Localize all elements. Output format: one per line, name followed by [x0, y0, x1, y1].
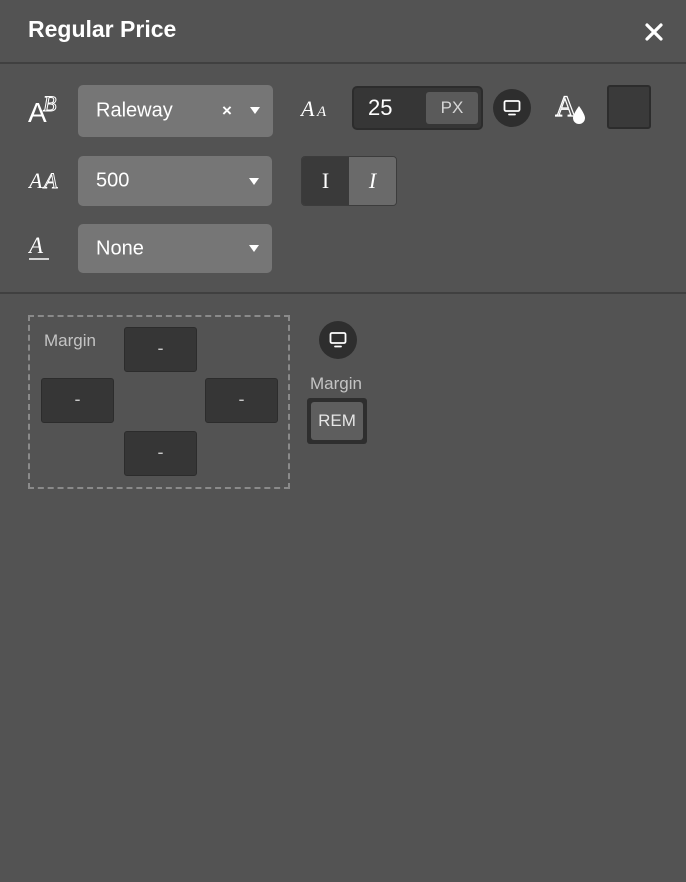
chevron-down-icon: [249, 178, 259, 185]
svg-text:A: A: [28, 233, 44, 258]
text-decoration-icon: A: [28, 233, 49, 260]
desktop-icon: [503, 100, 521, 116]
font-family-value: Raleway: [96, 99, 173, 122]
font-style-normal-button[interactable]: I: [302, 157, 349, 205]
text-color-icon: A: [555, 89, 585, 124]
svg-text:A: A: [42, 168, 58, 193]
font-family-select[interactable]: Raleway ×: [78, 85, 273, 137]
svg-text:A: A: [28, 168, 43, 193]
chevron-down-icon: [250, 107, 260, 114]
svg-text:A: A: [316, 104, 327, 120]
font-weight-value: 500: [96, 169, 130, 192]
font-style-toggle: I I: [301, 156, 397, 206]
close-icon: [645, 23, 663, 41]
panel-header: Regular Price: [0, 0, 686, 64]
panel-title: Regular Price: [28, 16, 177, 42]
text-decoration-value: None: [96, 237, 144, 259]
margin-box-label: Margin: [44, 331, 96, 350]
font-size-input[interactable]: [360, 92, 420, 124]
margin-bottom-input[interactable]: -: [124, 431, 197, 476]
font-size-field: PX: [352, 86, 483, 130]
svg-text:A: A: [300, 96, 315, 121]
font-weight-select[interactable]: 500: [78, 156, 272, 206]
clear-font-icon[interactable]: ×: [222, 102, 232, 119]
margin-top-input[interactable]: -: [124, 327, 197, 372]
typography-section: A B Raleway × A A PX A A A 500: [0, 66, 686, 294]
close-button[interactable]: [640, 18, 668, 46]
margin-left-input[interactable]: -: [41, 378, 114, 423]
margin-responsive-toggle-button[interactable]: [319, 321, 357, 359]
margin-unit-button[interactable]: REM: [311, 402, 363, 440]
svg-text:B: B: [43, 91, 56, 116]
margin-unit-label: Margin: [310, 374, 362, 393]
font-size-icon: A A: [300, 96, 327, 121]
text-color-swatch[interactable]: [607, 85, 651, 129]
margin-unit-selector: REM: [307, 398, 367, 444]
text-decoration-select[interactable]: None: [78, 224, 272, 273]
margin-box: Margin - - - -: [28, 315, 290, 489]
font-weight-icon: A A: [28, 168, 58, 194]
font-family-icon: A B: [28, 91, 57, 127]
margin-right-input[interactable]: -: [205, 378, 278, 423]
font-size-unit-button[interactable]: PX: [426, 92, 478, 124]
responsive-toggle-button[interactable]: [493, 89, 531, 127]
chevron-down-icon: [249, 245, 259, 252]
font-style-italic-button[interactable]: I: [349, 157, 396, 205]
desktop-icon: [329, 332, 347, 348]
